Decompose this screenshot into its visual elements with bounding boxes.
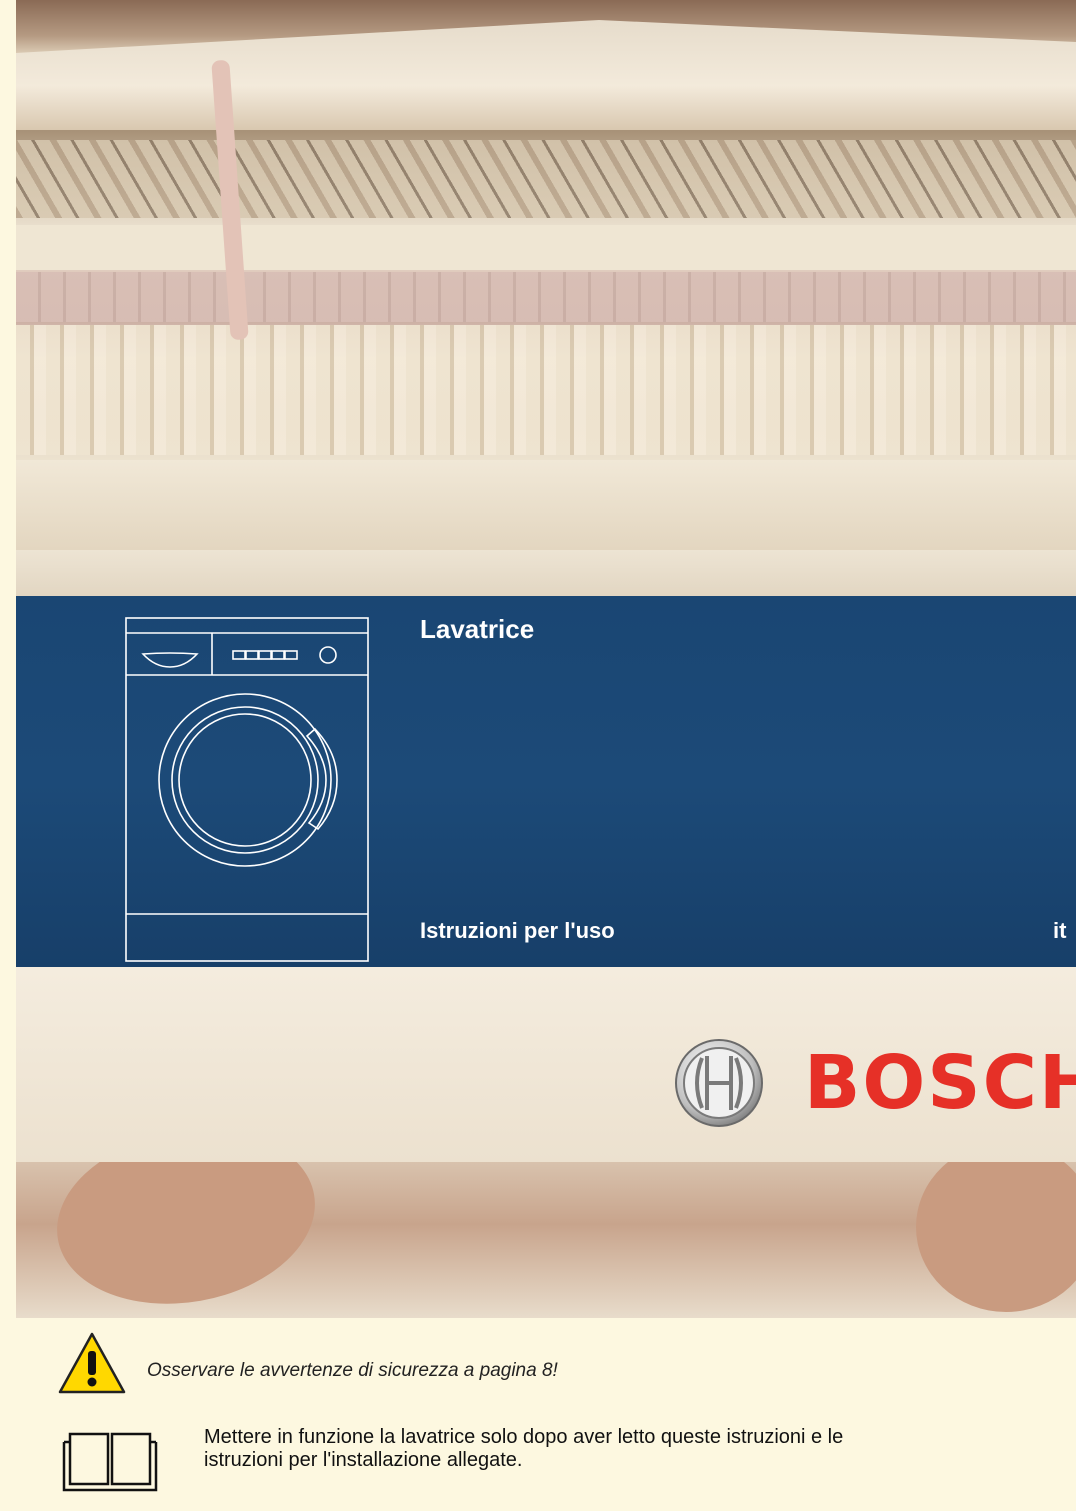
- bosch-logo: BOSCH: [674, 1038, 1076, 1128]
- book-icon: [62, 1432, 158, 1492]
- read-instructions-line-1: Mettere in funzione la lavatrice solo do…: [204, 1426, 844, 1448]
- warning-icon: [58, 1332, 126, 1394]
- photo-knit-sweater: [16, 325, 1076, 455]
- language-code: it: [1053, 918, 1067, 943]
- safety-warning-text: Osservare le avvertenze di sicurezza a p…: [147, 1360, 558, 1381]
- title-panel: Lavatrice Istruzioni per l'uso it: [16, 596, 1076, 967]
- read-instructions-text: Mettere in funzione la lavatrice solo do…: [204, 1426, 1004, 1472]
- photo-pink-towel: [16, 272, 1076, 322]
- photo-sheet-top: [16, 20, 1076, 130]
- photo-cream-towel: [16, 225, 1076, 270]
- photo-left-hand: [43, 1162, 329, 1318]
- photo-right-hand: [916, 1162, 1076, 1312]
- brand-wordmark: BOSCH: [804, 1040, 1076, 1126]
- photo-bottom-towel: [16, 460, 1076, 550]
- read-instructions-line-2: istruzioni per l'installazione allegate.: [204, 1449, 523, 1471]
- cover-photo-hands: [16, 1162, 1076, 1318]
- bosch-logo-icon: [675, 1039, 763, 1127]
- cover-photo-laundry-stack: [16, 0, 1076, 596]
- document-title: Lavatrice: [420, 614, 535, 644]
- document-subtitle: Istruzioni per l'uso: [420, 918, 615, 943]
- washing-machine-icon: [125, 617, 369, 962]
- photo-striped-towel: [16, 140, 1076, 218]
